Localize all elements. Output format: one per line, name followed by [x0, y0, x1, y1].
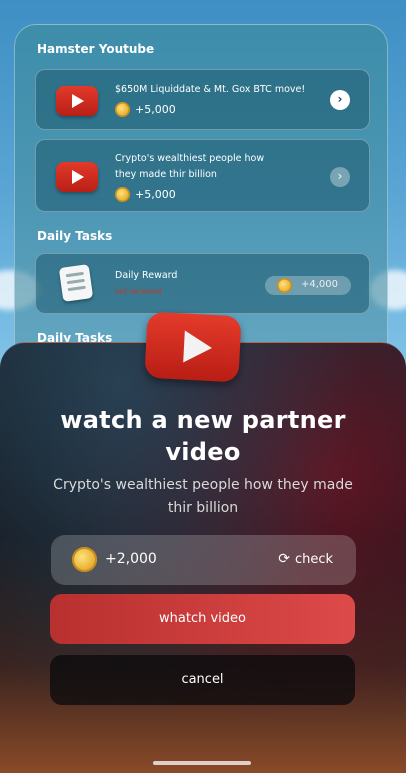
reward-pill: +4,000 — [265, 276, 351, 295]
task-reward: +4,000 — [301, 279, 339, 290]
youtube-task-card[interactable]: Crypto's wealthiest people how they made… — [35, 139, 370, 212]
task-status: not received — [115, 287, 162, 296]
task-title: Crypto's wealthiest people how they made… — [115, 153, 265, 180]
section-title-daily: Daily Tasks — [37, 229, 113, 243]
chevron-right-icon[interactable]: › — [330, 167, 350, 187]
sheet-title: watch a new partner video — [0, 404, 406, 468]
task-reward: +5,000 — [135, 188, 176, 201]
task-reward: +5,000 — [135, 103, 176, 116]
refresh-icon: ⟳ — [278, 551, 290, 567]
youtube-icon — [144, 311, 242, 383]
task-title: $650M Liquiddate & Mt. Gox BTC move! — [115, 84, 306, 95]
youtube-icon — [56, 162, 98, 192]
sheet-subtitle: Crypto's wealthiest people how they made… — [53, 477, 353, 516]
section-title-youtube: Hamster Youtube — [37, 42, 155, 56]
chevron-right-icon[interactable]: › — [330, 90, 350, 110]
reward-bar: +2,000 ⟳ check — [51, 535, 356, 585]
youtube-task-card[interactable]: $650M Liquiddate & Mt. Gox BTC move! +5,… — [35, 69, 370, 130]
daily-reward-card[interactable]: Daily Reward not received +4,000 — [35, 253, 370, 314]
cancel-button[interactable]: cancel — [50, 655, 355, 705]
coin-icon — [115, 187, 130, 202]
coin-icon — [277, 278, 292, 293]
coin-icon — [72, 547, 97, 572]
coin-icon — [115, 102, 130, 117]
check-label: check — [294, 552, 333, 567]
home-indicator — [153, 761, 251, 765]
watch-video-button[interactable]: whatch video — [50, 594, 355, 644]
check-button[interactable]: ⟳ check — [278, 551, 333, 567]
sheet-reward: +2,000 — [105, 551, 157, 567]
youtube-icon — [56, 86, 98, 116]
notes-icon — [58, 264, 94, 302]
sheet-title-text: watch a new partner video — [60, 406, 346, 466]
